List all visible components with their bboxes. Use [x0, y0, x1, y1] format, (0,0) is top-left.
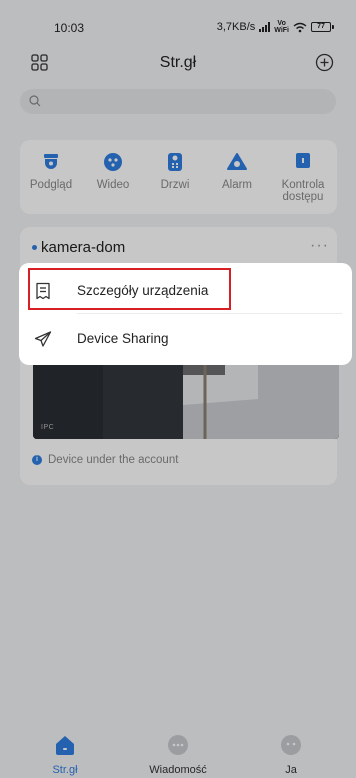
highlight-box: [28, 268, 231, 310]
menu-divider: [77, 313, 342, 314]
modal-overlay[interactable]: [0, 0, 356, 778]
device-options-menu: Szczegóły urządzenia Device Sharing: [19, 263, 352, 365]
menu-item-device-sharing[interactable]: Device Sharing: [19, 316, 352, 362]
send-icon: [34, 331, 52, 347]
app-screen: 10:03 3,7KB/s Vo WiFi 77 Str.gł Podgląd …: [0, 0, 356, 778]
menu-item-label: Device Sharing: [77, 331, 169, 346]
